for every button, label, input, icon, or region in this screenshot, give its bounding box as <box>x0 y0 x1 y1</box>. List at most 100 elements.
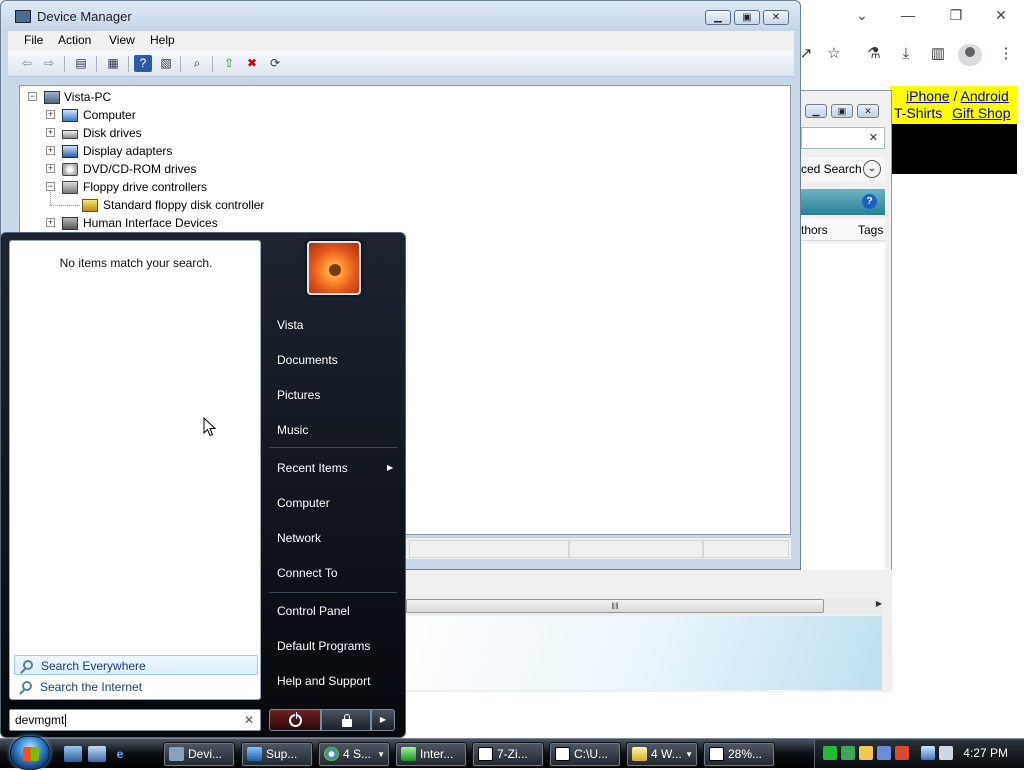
profile-icon[interactable] <box>958 44 982 66</box>
scroll-right-icon[interactable]: ▶ <box>876 599 882 608</box>
uninstall-icon[interactable]: ✖ <box>243 55 261 72</box>
disable-icon[interactable]: ⟳ <box>266 55 284 72</box>
scan-hardware-icon[interactable]: ⌕ <box>188 55 206 72</box>
close-button[interactable]: ✕ <box>763 10 789 25</box>
lock-button[interactable] <box>321 709 371 731</box>
gift-shop-link[interactable]: Gift Shop <box>952 105 1010 121</box>
start-item-help-support[interactable]: Help and Support <box>277 674 370 688</box>
expand-icon[interactable]: + <box>46 218 55 227</box>
authors-column-header[interactable]: thors <box>801 223 828 237</box>
menu-help[interactable]: Help <box>150 33 175 47</box>
taskbar-button-group-word[interactable]: 4 W... ▼ <box>626 742 698 767</box>
network-flag-icon[interactable] <box>823 746 837 760</box>
taskbar-button-cmd[interactable]: C:\U... <box>549 742 621 767</box>
tree-item-display-adapters[interactable]: + Display adapters <box>20 142 790 160</box>
menu-view[interactable]: View <box>109 33 135 47</box>
taskbar-button-7zip[interactable]: 7-Zi... <box>472 742 544 767</box>
restore-icon[interactable]: ❐ <box>946 6 966 24</box>
expand-icon[interactable]: + <box>46 164 55 173</box>
back-icon[interactable]: ⇦ <box>18 55 36 72</box>
view-icon[interactable]: ▧ <box>157 55 175 72</box>
clear-icon[interactable]: ✕ <box>869 131 878 144</box>
network-icon[interactable] <box>921 746 935 760</box>
ie-restore-button[interactable]: ▣ <box>831 104 853 118</box>
show-desktop-icon[interactable] <box>64 746 82 762</box>
shield-icon[interactable] <box>859 746 873 760</box>
start-button[interactable] <box>10 736 50 770</box>
user-picture[interactable] <box>307 241 361 295</box>
properties-icon[interactable]: ▦ <box>104 55 122 72</box>
forward-icon[interactable]: ⇨ <box>40 55 58 72</box>
chevron-down-icon[interactable]: ⌄ <box>852 6 872 24</box>
power-button[interactable] <box>269 709 321 731</box>
extension-icon[interactable]: ⚗ <box>864 44 884 64</box>
system-tray: 4:27 PM <box>814 740 1024 768</box>
start-item-network[interactable]: Network <box>277 531 321 545</box>
expand-icon[interactable]: + <box>46 146 55 155</box>
android-link[interactable]: Android <box>961 88 1009 104</box>
taskbar-button-device-manager[interactable]: Devi... <box>163 742 235 767</box>
minimize-icon[interactable]: — <box>898 6 918 24</box>
tags-column-header[interactable]: Tags <box>858 219 883 241</box>
download-icon[interactable]: ⤓ <box>896 44 916 64</box>
tree-item-computer[interactable]: + Computer <box>20 106 790 124</box>
ie-search-field[interactable]: ✕ <box>801 127 885 149</box>
app-tray-icon[interactable] <box>877 746 891 760</box>
start-item-music[interactable]: Music <box>277 423 308 437</box>
clear-search-icon[interactable]: ✕ <box>244 710 254 730</box>
tree-item-dvd-drives[interactable]: + DVD/CD-ROM drives <box>20 160 790 178</box>
tshirts-link[interactable]: T-Shirts <box>894 105 942 121</box>
ie-close-button[interactable]: ✕ <box>857 104 879 118</box>
volume-icon[interactable] <box>939 746 953 760</box>
console-tree-icon[interactable]: ▤ <box>72 55 90 72</box>
horizontal-scrollbar[interactable]: ‖‖ ▶ <box>406 598 882 614</box>
ie-minimize-button[interactable]: ▁ <box>805 104 827 118</box>
menu-action[interactable]: Action <box>58 33 91 47</box>
start-item-computer[interactable]: Computer <box>277 496 330 510</box>
collapse-icon[interactable]: − <box>28 92 37 101</box>
start-item-recent-items[interactable]: Recent Items <box>277 461 348 475</box>
close-icon[interactable]: ✕ <box>991 6 1011 24</box>
taskbar-button-internet[interactable]: Inter... <box>395 742 467 767</box>
shutdown-options-button[interactable]: ▶ <box>371 709 395 731</box>
security-icon[interactable] <box>841 746 855 760</box>
internet-explorer-icon[interactable]: e <box>111 746 129 762</box>
start-item-vista[interactable]: Vista <box>277 318 303 332</box>
expand-icon[interactable]: + <box>46 128 55 137</box>
tree-item-root[interactable]: − Vista-PC <box>20 88 790 106</box>
help-icon[interactable]: ? <box>862 194 877 209</box>
scrollbar-thumb[interactable]: ‖‖ <box>406 599 824 613</box>
menu-file[interactable]: File <box>24 33 43 47</box>
advanced-search-button[interactable]: ced Search ⌄ <box>801 157 885 181</box>
alert-icon[interactable] <box>895 746 909 760</box>
star-icon[interactable]: ☆ <box>824 44 844 64</box>
collapse-icon[interactable]: − <box>46 182 55 191</box>
help-icon[interactable]: ? <box>134 55 152 72</box>
start-item-pictures[interactable]: Pictures <box>277 388 320 402</box>
tree-item-floppy-controllers[interactable]: − Floppy drive controllers <box>20 178 790 196</box>
clock[interactable]: 4:27 PM <box>963 746 1008 760</box>
menu-dots-icon[interactable]: ⋮ <box>996 44 1016 64</box>
switch-windows-icon[interactable] <box>88 746 106 762</box>
start-item-control-panel[interactable]: Control Panel <box>277 604 350 618</box>
update-driver-icon[interactable]: ⇧ <box>220 55 238 72</box>
iphone-link[interactable]: iPhone <box>906 88 950 104</box>
tree-item-hid[interactable]: + Human Interface Devices <box>20 214 790 232</box>
search-everywhere-link[interactable]: Search Everywhere <box>14 655 258 675</box>
taskbar-button-progress[interactable]: 28%... <box>703 742 775 767</box>
taskbar-button-support[interactable]: Sup... <box>241 742 313 767</box>
expand-icon[interactable]: + <box>46 110 55 119</box>
start-item-documents[interactable]: Documents <box>277 353 338 367</box>
tree-item-standard-floppy[interactable]: Standard floppy disk controller <box>20 192 790 214</box>
start-item-connect-to[interactable]: Connect To <box>277 566 338 580</box>
7zip-icon <box>555 747 570 761</box>
tree-item-disk-drives[interactable]: + Disk drives <box>20 124 790 142</box>
maximize-button[interactable]: ▣ <box>734 10 760 25</box>
sidepanel-icon[interactable]: ▥ <box>928 44 948 64</box>
device-manager-titlebar[interactable]: Device Manager ▁ ▣ ✕ <box>1 1 800 31</box>
start-search-input[interactable]: devmgmt ✕ <box>9 709 261 731</box>
search-internet-link[interactable]: Search the Internet <box>14 677 258 697</box>
taskbar-button-group-chrome[interactable]: 4 S... ▼ <box>318 742 390 767</box>
start-item-default-programs[interactable]: Default Programs <box>277 639 370 653</box>
minimize-button[interactable]: ▁ <box>705 10 731 25</box>
